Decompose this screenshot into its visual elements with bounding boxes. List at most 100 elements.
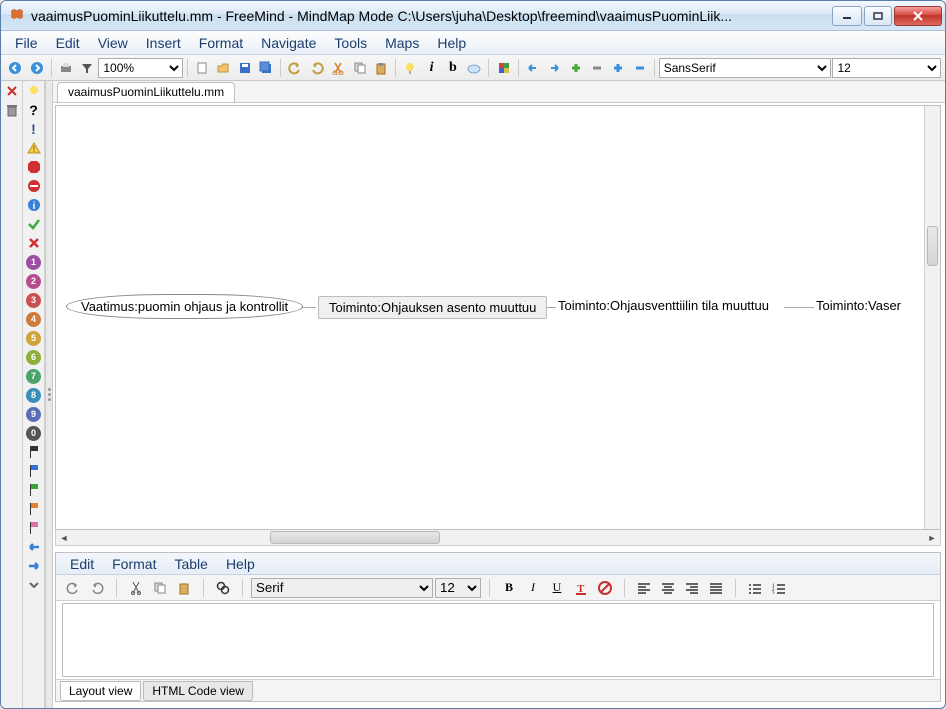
editor-font-select[interactable]: Serif [251, 578, 433, 598]
undo-icon[interactable] [285, 57, 305, 79]
editor-list-ol-icon[interactable]: 123 [768, 577, 790, 599]
arrow-left-blue-icon[interactable] [26, 539, 42, 555]
new-file-icon[interactable] [192, 57, 212, 79]
editor-align-right-icon[interactable] [681, 577, 703, 599]
mindmap-node-1[interactable]: Toiminto:Ohjauksen asento muuttuu [318, 296, 547, 319]
editor-paste-icon[interactable] [173, 577, 195, 599]
editor-cut-icon[interactable] [125, 577, 147, 599]
editor-menu-help[interactable]: Help [218, 554, 263, 574]
priority-6-icon[interactable]: 6 [26, 349, 42, 365]
editor-clear-format-icon[interactable] [594, 577, 616, 599]
italic-icon[interactable]: i [421, 57, 441, 79]
trash-icon[interactable] [4, 102, 20, 118]
redo-icon[interactable] [307, 57, 327, 79]
flag-orange-icon[interactable] [26, 501, 42, 517]
arrow-left-icon[interactable] [523, 57, 543, 79]
stop-icon[interactable] [26, 159, 42, 175]
copy-icon[interactable] [349, 57, 369, 79]
priority-3-icon[interactable]: 3 [26, 292, 42, 308]
maximize-button[interactable] [864, 6, 892, 26]
priority-0-icon[interactable]: 0 [26, 425, 42, 441]
document-tab-active[interactable]: vaaimusPuominLiikuttelu.mm [57, 82, 235, 102]
editor-redo-icon[interactable] [86, 577, 108, 599]
add-child-icon[interactable] [608, 57, 628, 79]
hscroll-right-arrow[interactable]: ► [924, 530, 940, 545]
arrow-right-blue-icon[interactable] [26, 558, 42, 574]
question-icon[interactable]: ? [26, 102, 42, 118]
editor-align-center-icon[interactable] [657, 577, 679, 599]
editor-menu-table[interactable]: Table [166, 554, 215, 574]
filter-icon[interactable] [77, 57, 97, 79]
flag-black-icon[interactable] [26, 444, 42, 460]
priority-7-icon[interactable]: 7 [26, 368, 42, 384]
minimize-button[interactable] [832, 6, 862, 26]
not-ok-icon[interactable] [26, 235, 42, 251]
menu-insert[interactable]: Insert [138, 33, 189, 53]
bold-icon[interactable]: b [443, 57, 463, 79]
ok-icon[interactable] [26, 216, 42, 232]
editor-align-left-icon[interactable] [633, 577, 655, 599]
cloud-icon[interactable] [464, 57, 484, 79]
editor-underline-icon[interactable]: U [546, 577, 568, 599]
menu-help[interactable]: Help [429, 33, 474, 53]
save-icon[interactable] [235, 57, 255, 79]
editor-textcolor-icon[interactable]: T [570, 577, 592, 599]
menu-file[interactable]: File [7, 33, 46, 53]
arrow-right-icon[interactable] [544, 57, 564, 79]
horizontal-scrollbar[interactable]: ◄ ► [55, 530, 941, 546]
mindmap-canvas[interactable]: Vaatimus:puomin ohjaus ja kontrollit Toi… [55, 105, 941, 530]
mindmap-node-2[interactable]: Toiminto:Ohjausventtiilin tila muuttuu [558, 298, 769, 313]
save-all-icon[interactable] [256, 57, 276, 79]
nav-back-icon[interactable] [5, 57, 25, 79]
color-icon[interactable] [493, 57, 513, 79]
flag-pink-icon[interactable] [26, 520, 42, 536]
menu-maps[interactable]: Maps [377, 33, 427, 53]
vertical-scrollbar[interactable] [924, 106, 940, 529]
idea-icon[interactable] [400, 57, 420, 79]
editor-find-icon[interactable] [212, 577, 234, 599]
zoom-select[interactable]: 100% [98, 58, 183, 78]
add-node-icon[interactable] [565, 57, 585, 79]
cut-icon[interactable] [328, 57, 348, 79]
bulb-icon[interactable] [26, 83, 42, 99]
info-icon[interactable]: i [26, 197, 42, 213]
editor-undo-icon[interactable] [62, 577, 84, 599]
flag-green-icon[interactable] [26, 482, 42, 498]
font-size-select[interactable]: 12 [832, 58, 941, 78]
remove-node-icon[interactable] [587, 57, 607, 79]
panel-grip[interactable] [45, 81, 53, 708]
editor-copy-icon[interactable] [149, 577, 171, 599]
editor-bold-icon[interactable]: B [498, 577, 520, 599]
hscroll-left-arrow[interactable]: ◄ [56, 530, 72, 545]
priority-2-icon[interactable]: 2 [26, 273, 42, 289]
editor-italic-icon[interactable]: I [522, 577, 544, 599]
editor-align-justify-icon[interactable] [705, 577, 727, 599]
menu-view[interactable]: View [90, 33, 136, 53]
editor-size-select[interactable]: 12 [435, 578, 481, 598]
priority-5-icon[interactable]: 5 [26, 330, 42, 346]
paste-icon[interactable] [371, 57, 391, 79]
remove-child-icon[interactable] [629, 57, 649, 79]
remove-icon[interactable] [4, 83, 20, 99]
font-family-select[interactable]: SansSerif [659, 58, 832, 78]
priority-4-icon[interactable]: 4 [26, 311, 42, 327]
warning-icon[interactable]: ! [26, 140, 42, 156]
editor-tab-layout[interactable]: Layout view [60, 681, 141, 701]
exclaim-icon[interactable]: ! [26, 121, 42, 137]
open-file-icon[interactable] [213, 57, 233, 79]
menu-edit[interactable]: Edit [48, 33, 88, 53]
editor-list-ul-icon[interactable] [744, 577, 766, 599]
editor-textarea[interactable] [62, 603, 934, 677]
menu-tools[interactable]: Tools [326, 33, 375, 53]
mindmap-node-3[interactable]: Toiminto:Vaser [816, 298, 901, 313]
priority-1-icon[interactable]: 1 [26, 254, 42, 270]
editor-tab-html[interactable]: HTML Code view [143, 681, 253, 701]
print-icon[interactable] [56, 57, 76, 79]
nav-forward-icon[interactable] [26, 57, 46, 79]
mindmap-root-node[interactable]: Vaatimus:puomin ohjaus ja kontrollit [66, 294, 303, 319]
editor-menu-edit[interactable]: Edit [62, 554, 102, 574]
chevron-down-icon[interactable] [26, 577, 42, 593]
flag-blue-icon[interactable] [26, 463, 42, 479]
editor-menu-format[interactable]: Format [104, 554, 164, 574]
menu-navigate[interactable]: Navigate [253, 33, 324, 53]
